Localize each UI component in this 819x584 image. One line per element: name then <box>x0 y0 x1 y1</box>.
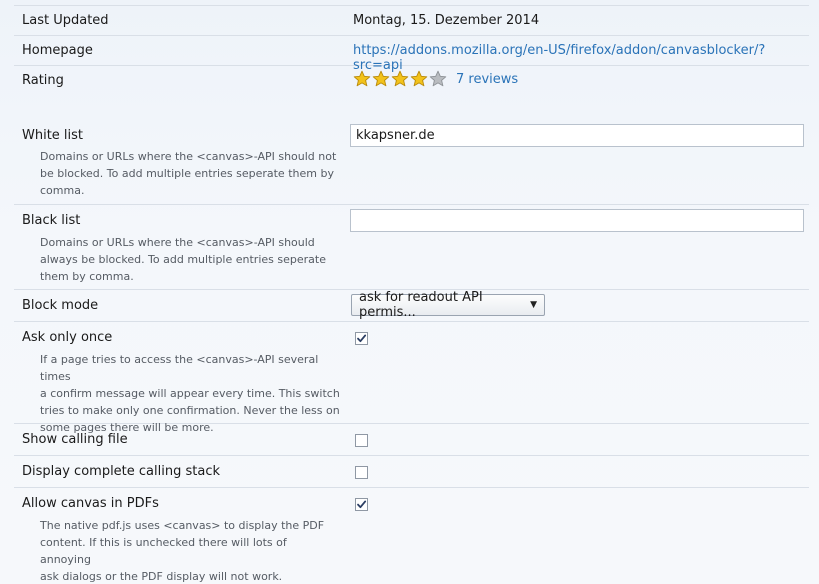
row-rating: Rating 7 reviews <box>14 66 809 126</box>
display-calling-stack-label: Display complete calling stack <box>22 464 220 479</box>
addon-details-panel: Last Updated Montag, 15. Dezember 2014 H… <box>0 0 819 584</box>
row-last-updated: Last Updated Montag, 15. Dezember 2014 <box>14 6 809 36</box>
white-list-desc-line: comma. <box>40 184 85 197</box>
rating-label: Rating <box>22 73 64 88</box>
star-filled-icon <box>391 70 409 87</box>
row-show-calling-file: Show calling file <box>14 424 809 456</box>
last-updated-label: Last Updated <box>22 13 109 28</box>
black-list-label: Black list <box>22 213 81 228</box>
show-calling-file-checkbox[interactable] <box>355 434 368 447</box>
white-list-label: White list <box>22 128 84 143</box>
black-list-desc-line: Domains or URLs where the <canvas>-API s… <box>40 236 315 249</box>
white-list-input[interactable] <box>350 124 804 147</box>
row-ask-only-once: Ask only once If a page tries to access … <box>14 322 809 434</box>
star-filled-icon <box>372 70 390 87</box>
ask-only-once-desc-line: tries to make only one confirmation. Nev… <box>40 404 340 417</box>
allow-pdfs-desc-line: ask dialogs or the PDF display will not … <box>40 570 283 583</box>
ask-only-once-desc-line: a confirm message will appear every time… <box>40 387 340 400</box>
ask-only-once-checkbox[interactable] <box>355 332 368 345</box>
display-calling-stack-checkbox[interactable] <box>355 466 368 479</box>
white-list-description: Domains or URLs where the <canvas>-API s… <box>40 148 340 199</box>
star-empty-icon <box>429 70 447 87</box>
row-homepage: Homepage https://addons.mozilla.org/en-U… <box>14 36 809 73</box>
ask-only-once-label: Ask only once <box>22 330 113 345</box>
row-allow-pdfs: Allow canvas in PDFs The native pdf.js u… <box>14 488 809 583</box>
black-list-desc-line: them by comma. <box>40 270 134 283</box>
row-black-list: Black list Domains or URLs where the <ca… <box>14 205 809 290</box>
row-white-list: White list Domains or URLs where the <ca… <box>14 121 809 205</box>
rating-stars: 7 reviews <box>353 70 518 88</box>
allow-pdfs-description: The native pdf.js uses <canvas> to displ… <box>40 517 340 584</box>
block-mode-select[interactable]: ask for readout API permis... ▼ <box>351 290 545 320</box>
star-filled-icon <box>410 70 428 87</box>
dropdown-arrow-icon: ▼ <box>530 300 537 310</box>
white-list-desc-line: Domains or URLs where the <canvas>-API s… <box>40 150 337 163</box>
black-list-desc-line: always be blocked. To add multiple entri… <box>40 253 326 266</box>
block-mode-label: Block mode <box>22 298 99 313</box>
show-calling-file-label: Show calling file <box>22 432 128 447</box>
homepage-label: Homepage <box>22 43 93 58</box>
row-display-calling-stack: Display complete calling stack <box>14 456 809 488</box>
black-list-description: Domains or URLs where the <canvas>-API s… <box>40 234 340 285</box>
white-list-desc-line: be blocked. To add multiple entries sepe… <box>40 167 334 180</box>
last-updated-value: Montag, 15. Dezember 2014 <box>353 13 540 28</box>
allow-pdfs-desc-line: The native pdf.js uses <canvas> to displ… <box>40 519 325 532</box>
block-mode-selected-value: ask for readout API permis... <box>359 290 483 320</box>
row-block-mode: Block mode ask for readout API permis...… <box>14 290 809 322</box>
checkmark-icon <box>357 500 367 509</box>
ask-only-once-desc-line: If a page tries to access the <canvas>-A… <box>40 353 319 383</box>
checkmark-icon <box>357 334 367 343</box>
reviews-link[interactable]: 7 reviews <box>456 72 518 87</box>
allow-pdfs-label: Allow canvas in PDFs <box>22 496 159 511</box>
allow-pdfs-desc-line: content. If this is unchecked there will… <box>40 536 287 566</box>
black-list-input[interactable] <box>350 209 804 232</box>
star-filled-icon <box>353 70 371 87</box>
allow-pdfs-checkbox[interactable] <box>355 498 368 511</box>
